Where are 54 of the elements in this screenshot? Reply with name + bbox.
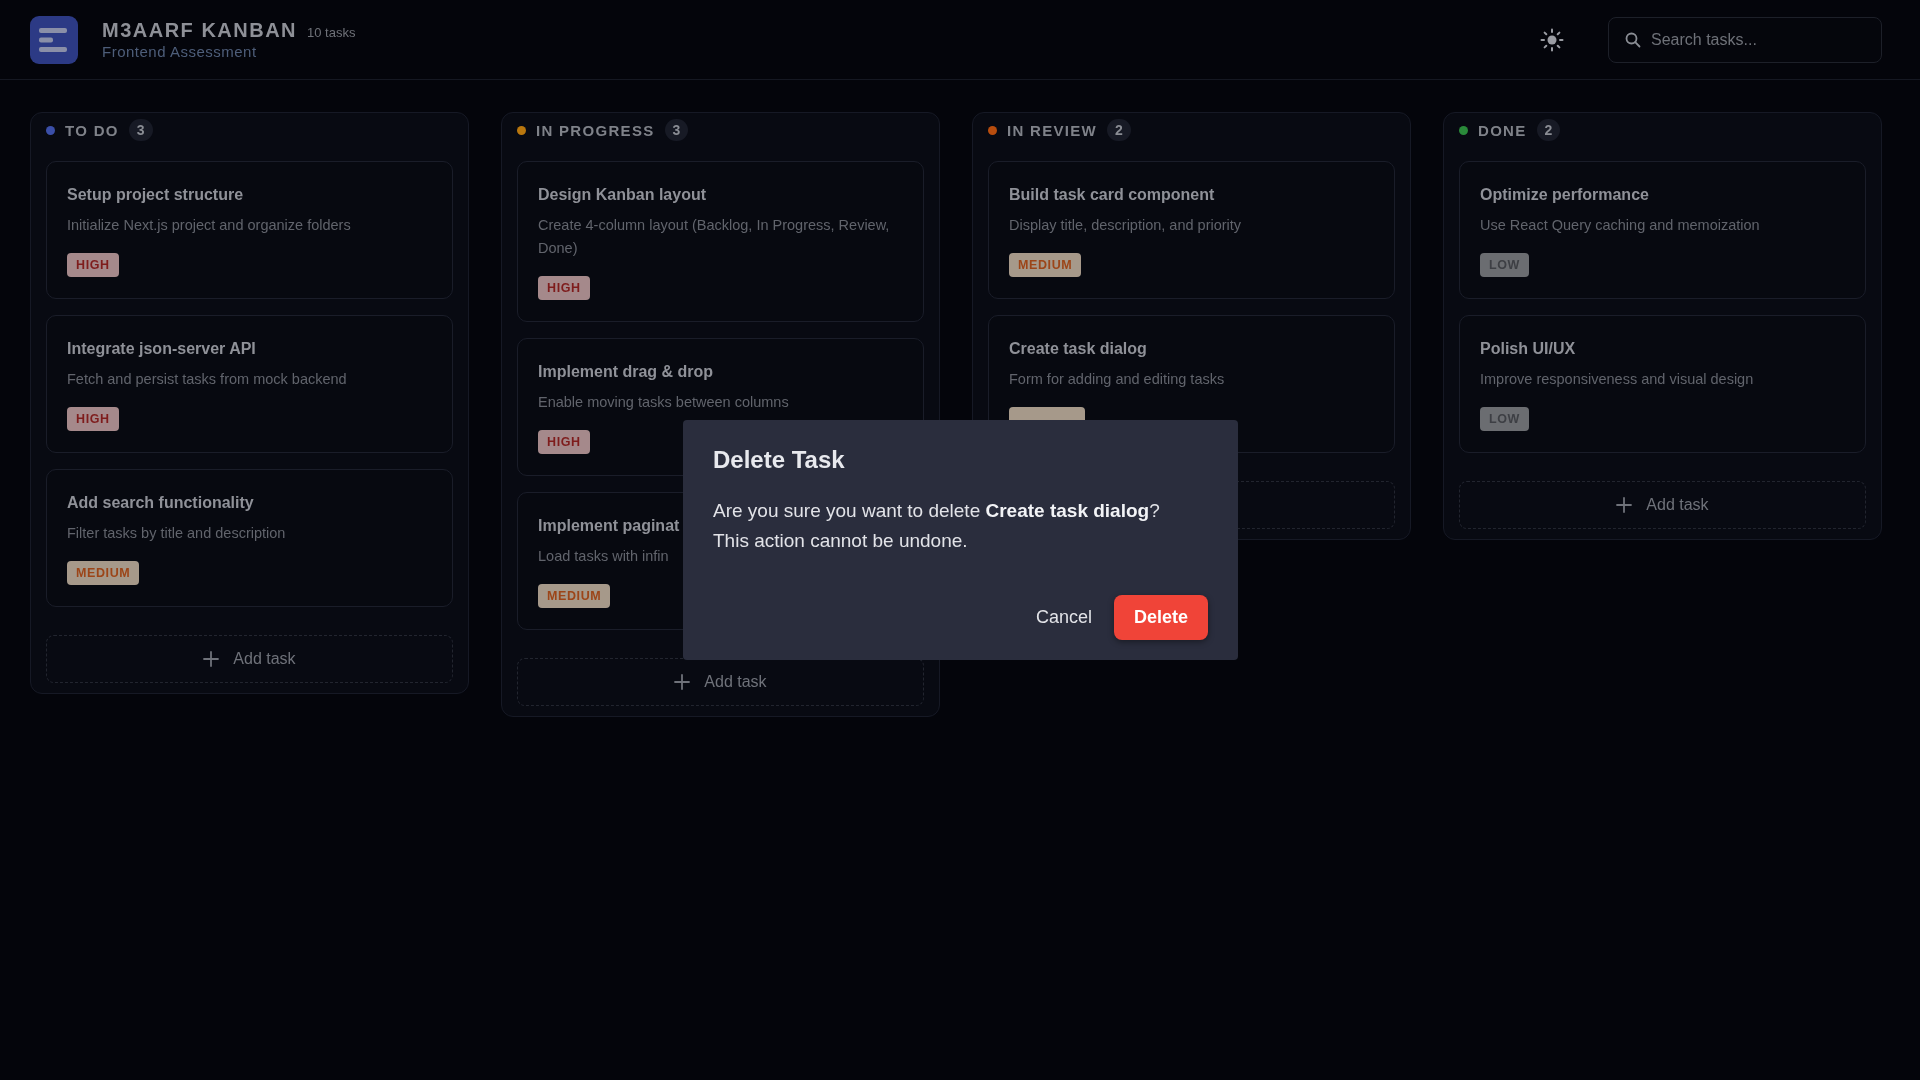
task-card[interactable]: Setup project structure Initialize Next.js project and organize folders HIGH — [46, 161, 453, 299]
priority-tag: MEDIUM — [67, 561, 140, 585]
priority-tag: HIGH — [67, 253, 119, 277]
task-description: Display title, description, and priority — [1009, 216, 1242, 235]
add-task-button[interactable]: Add task — [1459, 481, 1866, 529]
task-title: Implement paginat — [538, 517, 680, 535]
count-badge: 2 — [1107, 119, 1131, 141]
task-title: Polish UI/UX — [1480, 340, 1576, 358]
task-title: Add search functionality — [67, 494, 254, 512]
logo-icon — [30, 15, 78, 64]
task-title: Integrate json-server API — [67, 340, 256, 358]
plus-icon — [203, 651, 220, 667]
count-badge: 2 — [1536, 119, 1561, 141]
task-title: Setup project structure — [67, 186, 244, 204]
task-description: Filter tasks by title and description — [67, 524, 286, 543]
task-card[interactable]: Build task card component Display title, description, and priority MEDIUM — [988, 161, 1395, 299]
add-task-button[interactable]: Add task — [46, 635, 453, 683]
task-description: Create 4-column layout (Backlog, In Progress, Review, Done) — [538, 216, 891, 258]
task-title: Build task card component — [1009, 186, 1215, 204]
task-description: Use React Query caching and memoization — [1480, 216, 1760, 235]
column-title: TO DO — [65, 121, 119, 139]
task-description: Fetch and persist tasks from mock backend — [67, 370, 347, 389]
app-subtitle: Frontend Assessment — [102, 43, 258, 60]
task-title: Optimize performance — [1480, 186, 1649, 204]
priority-tag: MEDIUM — [1009, 253, 1082, 277]
app-title: M3AARF KANBAN — [102, 19, 298, 42]
plus-icon — [1616, 497, 1633, 513]
task-card[interactable]: Design Kanban layout Create 4-column layout (Backlog, In Progress, Review, Done) HIGH — [517, 161, 924, 322]
task-title: Design Kanban layout — [538, 186, 707, 204]
task-description: Form for adding and editing tasks — [1009, 370, 1225, 389]
priority-tag: HIGH — [538, 276, 590, 300]
task-description: Improve responsiveness and visual design — [1480, 370, 1754, 389]
delete-button[interactable]: Delete — [1113, 595, 1208, 640]
dialog-title: Delete Task — [713, 446, 846, 474]
count-badge: 3 — [664, 119, 689, 141]
task-description: Enable moving tasks between columns — [538, 393, 789, 412]
priority-tag: HIGH — [67, 407, 119, 431]
cancel-button[interactable]: Cancel — [1033, 595, 1094, 640]
task-description: Load tasks with infin — [538, 547, 669, 566]
task-count: 10 tasks — [307, 25, 356, 40]
column-title: DONE — [1478, 121, 1527, 139]
count-badge: 3 — [128, 119, 153, 141]
priority-tag: HIGH — [538, 430, 590, 454]
column-title: IN REVIEW — [1007, 121, 1098, 139]
task-description: Initialize Next.js project and organize folders — [67, 216, 351, 235]
column-title: IN PROGRESS — [536, 121, 655, 139]
plus-icon — [674, 674, 691, 690]
task-title: Create task dialog — [1009, 340, 1147, 358]
task-card[interactable]: Integrate json-server API Fetch and persist tasks from mock backend HIGH — [46, 315, 453, 453]
search-field[interactable]: Search tasks... — [1608, 16, 1882, 63]
priority-tag: MEDIUM — [538, 584, 611, 608]
dialog-message: Are you sure you want to delete Create task dialog? This action cannot be undone. — [713, 499, 1161, 553]
task-card[interactable]: Add search functionality Filter tasks by title and description MEDIUM — [46, 469, 453, 607]
task-title: Implement drag & drop — [538, 363, 714, 381]
